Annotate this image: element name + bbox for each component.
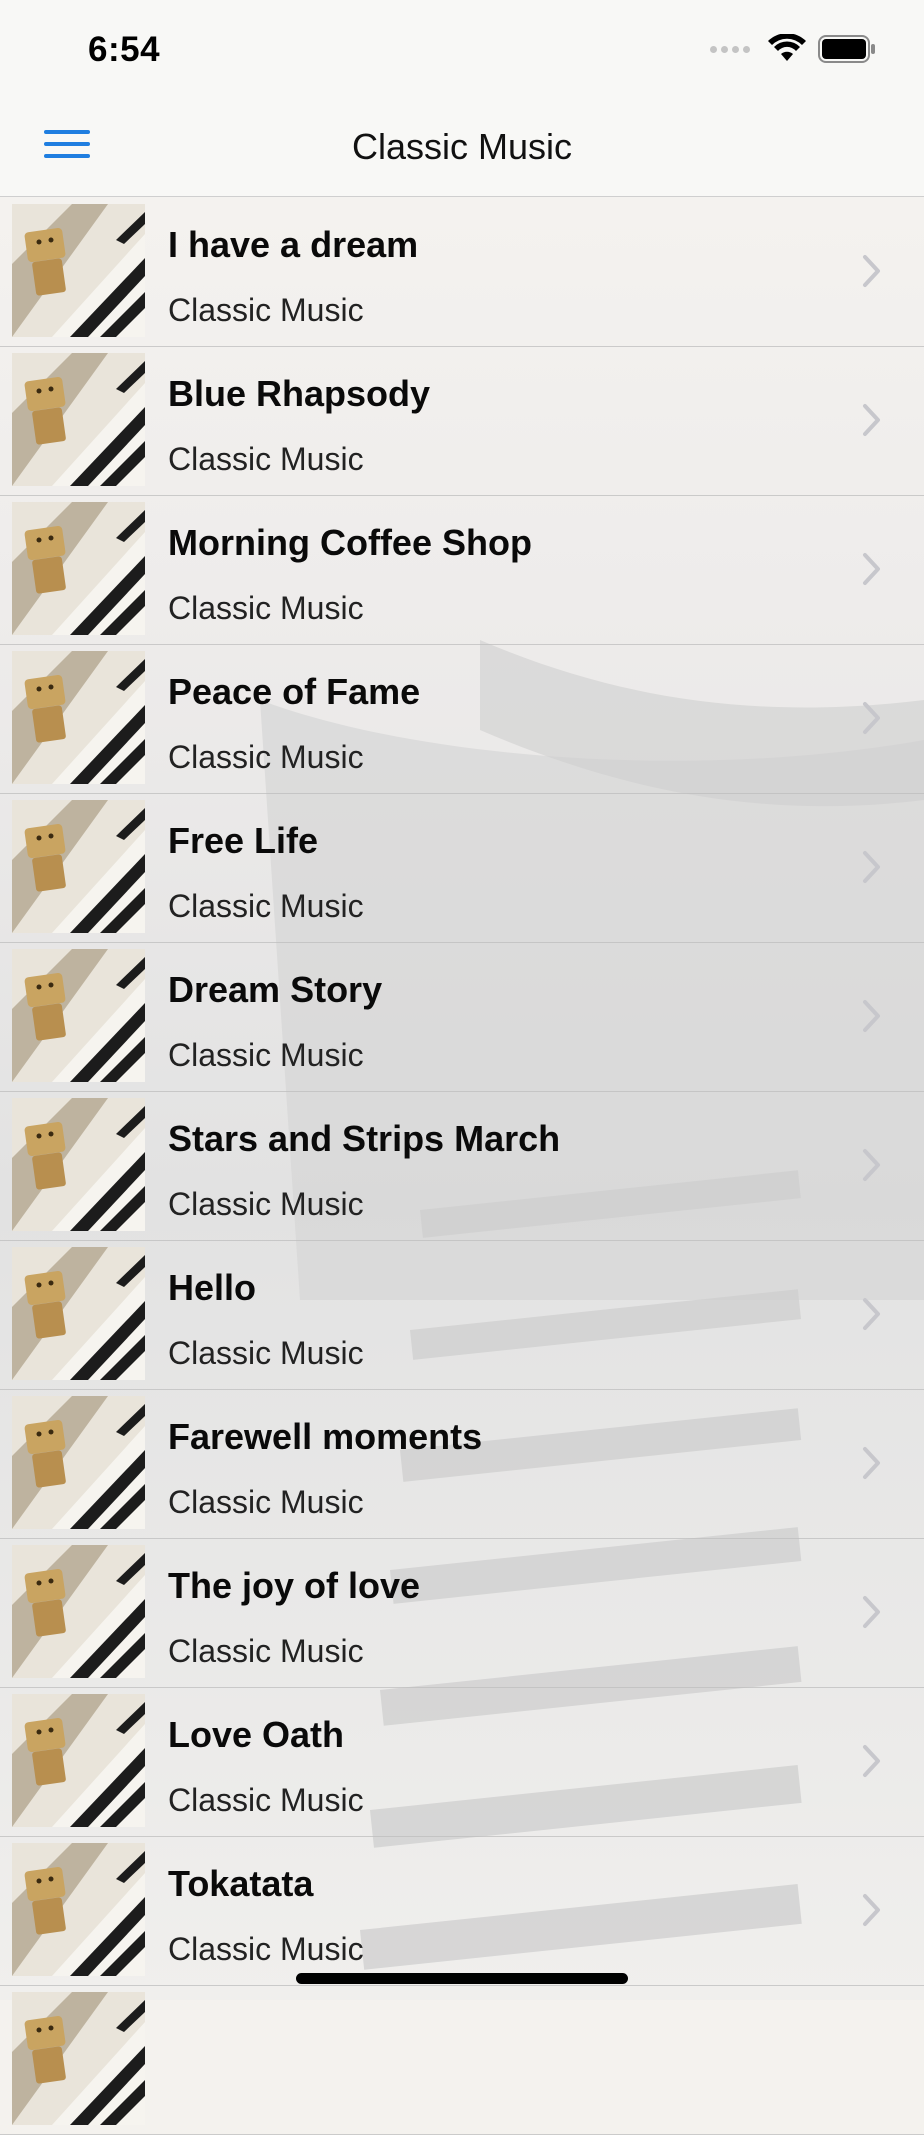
- battery-icon: [818, 35, 875, 63]
- navigation-bar: Classic Music: [0, 98, 924, 197]
- song-subtitle: Classic Music: [168, 1931, 364, 1967]
- song-thumbnail: [12, 353, 145, 486]
- chevron-right-icon: [862, 403, 882, 437]
- page-title: Classic Music: [351, 126, 573, 167]
- song-subtitle: Classic Music: [168, 292, 364, 328]
- song-thumbnail: [12, 204, 145, 337]
- song-subtitle: Classic Music: [168, 590, 364, 626]
- song-thumbnail: [12, 1098, 145, 1231]
- song-row[interactable]: Morning Coffee Shop Classic Music: [0, 496, 924, 645]
- song-thumbnail: [12, 1396, 145, 1529]
- status-bar: 6:54: [0, 0, 924, 98]
- song-subtitle: Classic Music: [168, 1782, 364, 1818]
- wifi-icon: [768, 34, 806, 61]
- song-thumbnail: [12, 1992, 145, 2125]
- song-row[interactable]: Blue Rhapsody Classic Music: [0, 347, 924, 496]
- song-list: I have a dream Classic Music Blue Rhapsody…: [0, 198, 924, 2135]
- song-thumbnail: [12, 1247, 145, 1380]
- song-title: Free Life: [168, 820, 319, 861]
- song-row[interactable]: Stars and Strips March Classic Music: [0, 1092, 924, 1241]
- song-title: Peace of Fame: [168, 671, 421, 712]
- song-subtitle: Classic Music: [168, 1633, 364, 1669]
- chevron-right-icon: [862, 850, 882, 884]
- song-row[interactable]: [0, 1986, 924, 2135]
- song-title: Hello: [168, 1267, 257, 1308]
- song-thumbnail: [12, 1694, 145, 1827]
- chevron-right-icon: [862, 254, 882, 288]
- song-title: Love Oath: [168, 1714, 345, 1755]
- cellular-signal-icon: [710, 45, 750, 53]
- song-thumbnail: [12, 1843, 145, 1976]
- song-subtitle: Classic Music: [168, 739, 364, 775]
- song-subtitle: Classic Music: [168, 441, 364, 477]
- song-title: Dream Story: [168, 969, 383, 1010]
- chevron-right-icon: [862, 1297, 882, 1331]
- song-title: Stars and Strips March: [168, 1118, 561, 1159]
- chevron-right-icon: [862, 1446, 882, 1480]
- chevron-right-icon: [862, 1595, 882, 1629]
- chevron-right-icon: [862, 999, 882, 1033]
- song-title: Morning Coffee Shop: [168, 522, 532, 563]
- song-title: Tokatata: [168, 1863, 314, 1904]
- chevron-right-icon: [862, 1893, 882, 1927]
- song-row[interactable]: Tokatata Classic Music: [0, 1837, 924, 1986]
- status-time: 6:54: [88, 30, 161, 69]
- song-thumbnail: [12, 949, 145, 1082]
- song-title: I have a dream: [168, 224, 419, 265]
- song-row[interactable]: Love Oath Classic Music: [0, 1688, 924, 1837]
- song-title: The joy of love: [168, 1565, 421, 1606]
- song-thumbnail: [12, 502, 145, 635]
- song-title: Blue Rhapsody: [168, 373, 431, 414]
- song-subtitle: Classic Music: [168, 1484, 364, 1520]
- song-subtitle: Classic Music: [168, 1186, 364, 1222]
- chevron-right-icon: [862, 552, 882, 586]
- song-row[interactable]: Free Life Classic Music: [0, 794, 924, 943]
- song-thumbnail: [12, 1545, 145, 1678]
- chevron-right-icon: [862, 701, 882, 735]
- song-subtitle: Classic Music: [168, 1335, 364, 1371]
- song-row[interactable]: Hello Classic Music: [0, 1241, 924, 1390]
- song-thumbnail: [12, 651, 145, 784]
- home-indicator[interactable]: [296, 1973, 628, 1984]
- song-row[interactable]: The joy of love Classic Music: [0, 1539, 924, 1688]
- status-icons: [710, 34, 876, 64]
- song-row[interactable]: Peace of Fame Classic Music: [0, 645, 924, 794]
- song-row[interactable]: Farewell moments Classic Music: [0, 1390, 924, 1539]
- song-subtitle: Classic Music: [168, 888, 364, 924]
- chevron-right-icon: [862, 1744, 882, 1778]
- song-row[interactable]: I have a dream Classic Music: [0, 198, 924, 347]
- song-subtitle: Classic Music: [168, 1037, 364, 1073]
- song-row[interactable]: Dream Story Classic Music: [0, 943, 924, 1092]
- chevron-right-icon: [862, 1148, 882, 1182]
- song-thumbnail: [12, 800, 145, 933]
- song-title: Farewell moments: [168, 1416, 483, 1457]
